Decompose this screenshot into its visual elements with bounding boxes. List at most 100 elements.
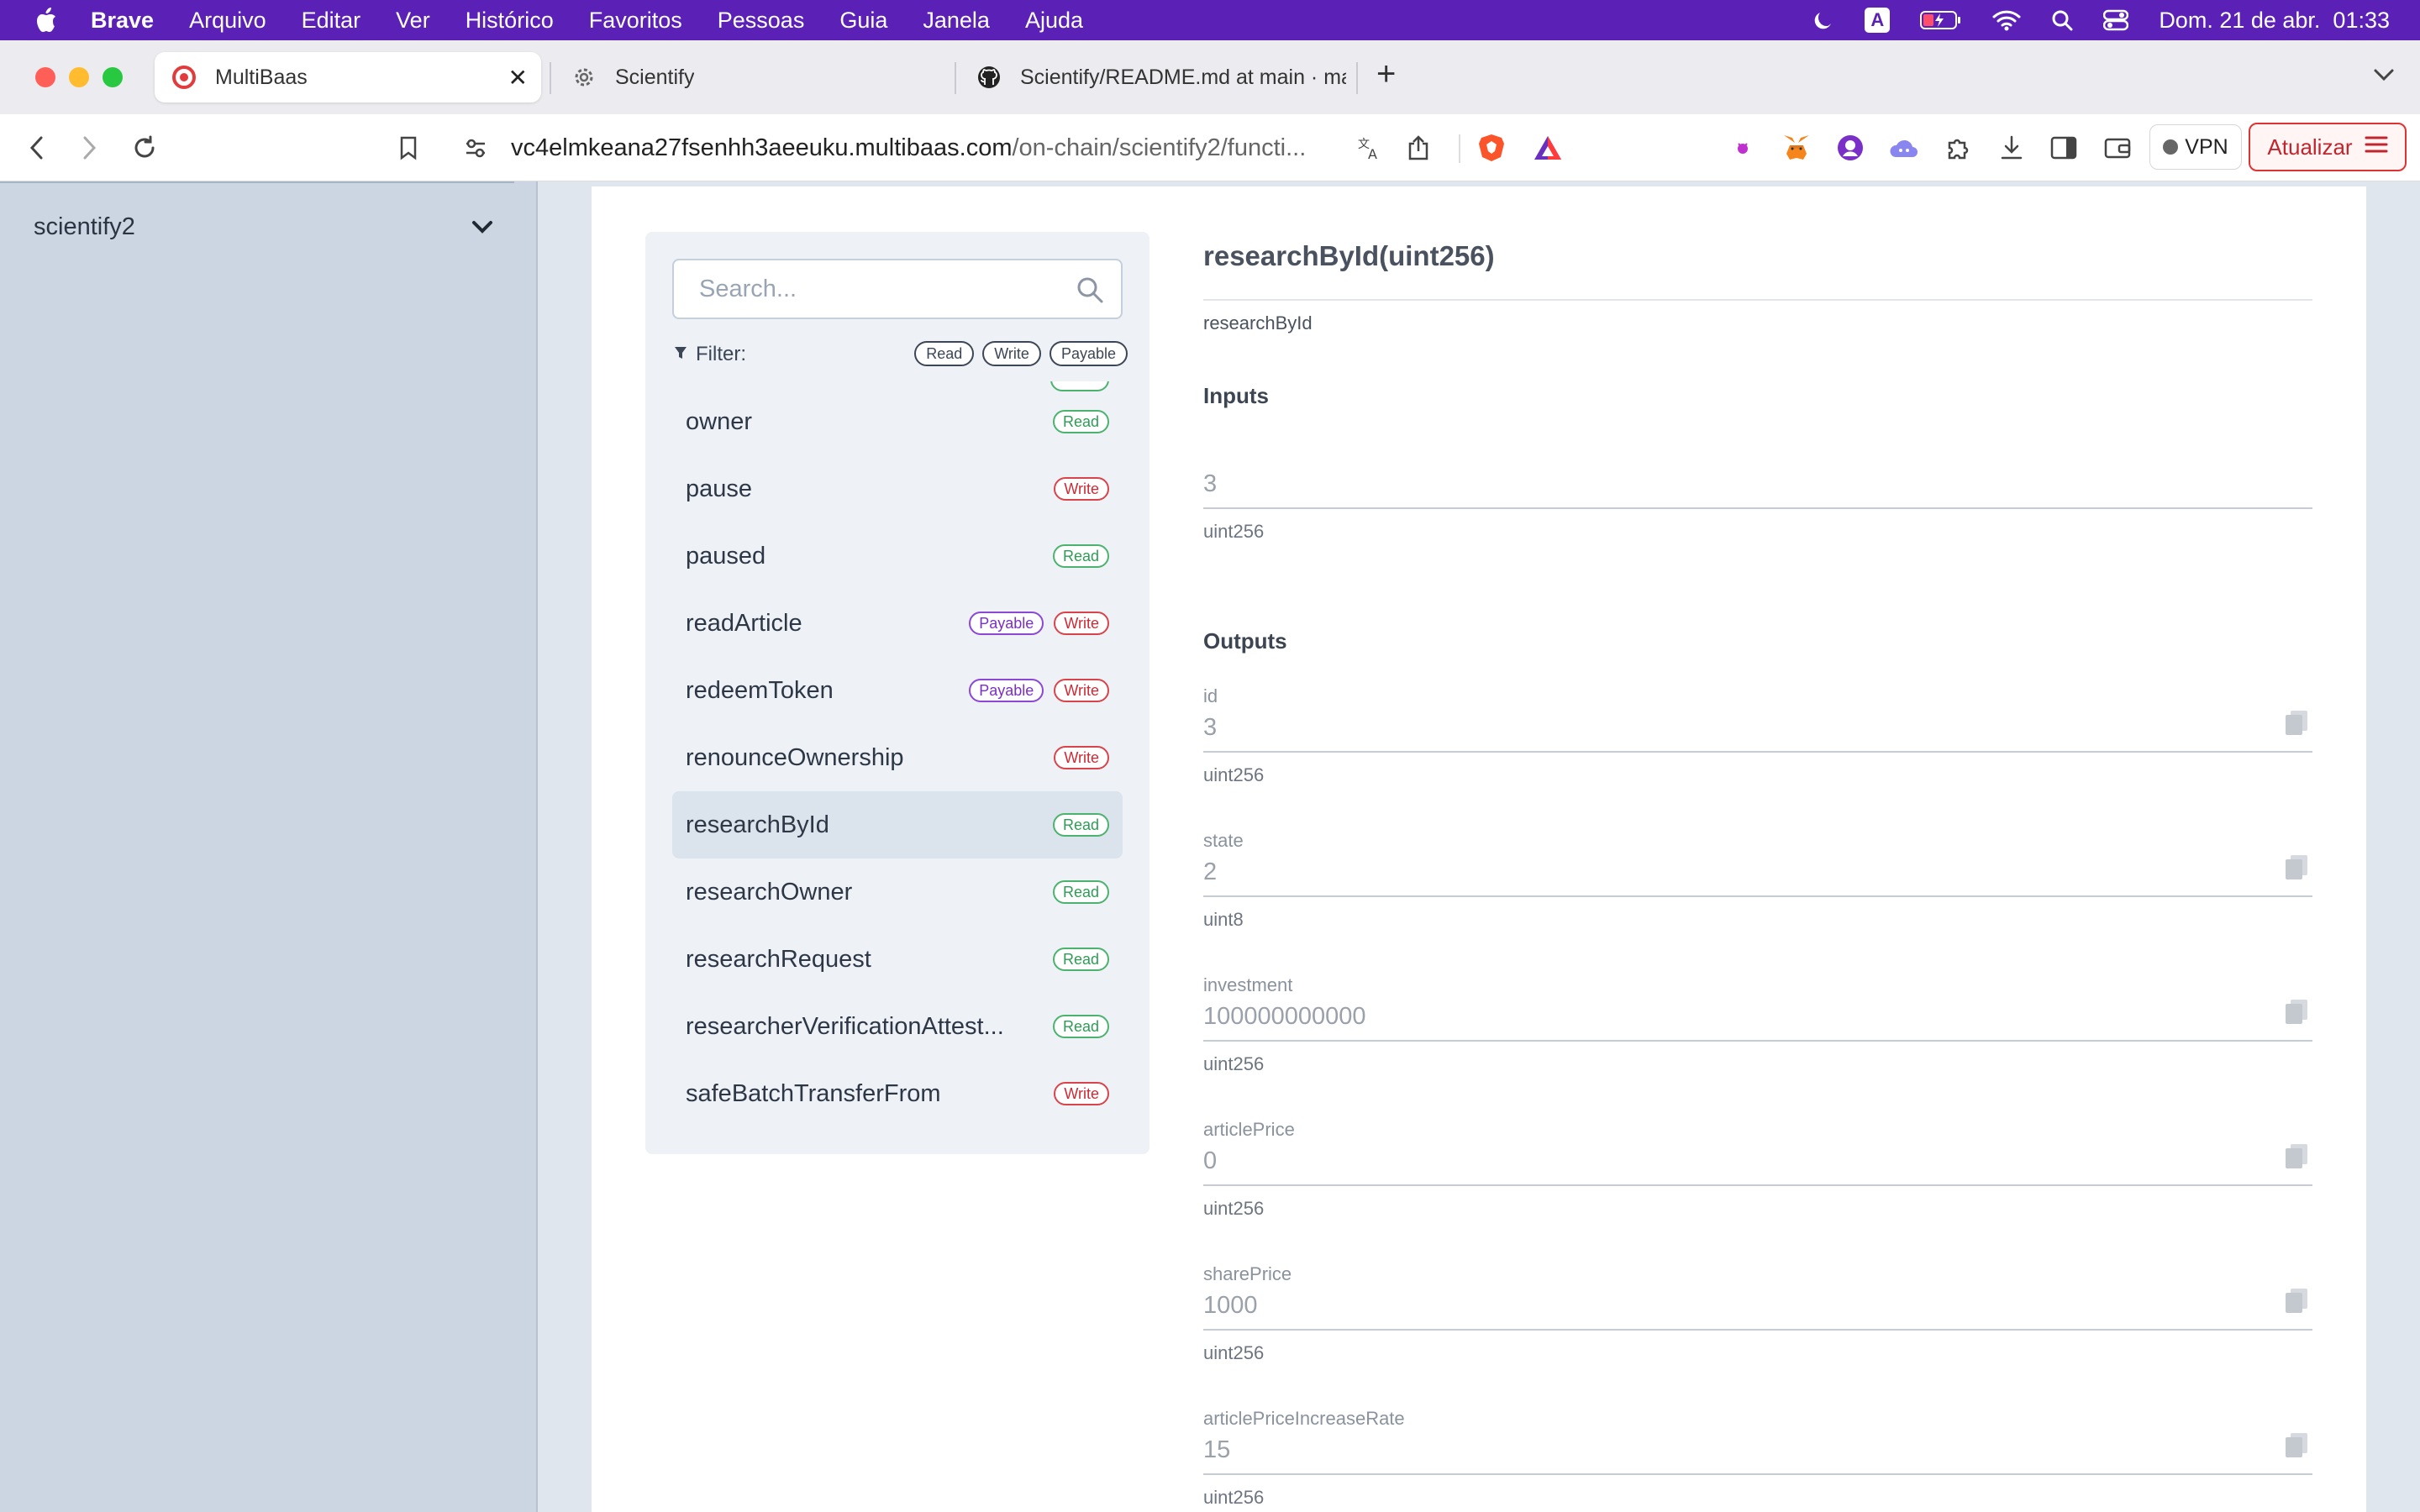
url-host: vc4elmkeana27fsenhh3aeeuku.multibaas.com [511,134,1013,161]
menu-item-pessoas[interactable]: Pessoas [718,8,805,34]
brave-rewards-icon[interactable] [1531,131,1565,165]
chevron-down-icon[interactable] [471,218,494,239]
output-label: sharePrice [1203,1263,1292,1284]
wallet-icon[interactable] [2101,131,2134,165]
spotlight-search-icon[interactable] [2051,8,2073,33]
copy-icon[interactable] [2284,1431,2309,1462]
function-item-safebatchtransferfrom[interactable]: safeBatchTransferFrom Write [672,1060,1123,1127]
output-label: articlePrice [1203,1119,1295,1140]
function-name: renounceOwnership [686,743,904,771]
extension-bug-icon[interactable] [1726,131,1760,165]
back-icon[interactable] [20,131,54,165]
close-window-button[interactable] [35,67,55,87]
copy-icon[interactable] [2284,1287,2309,1318]
menu-item-ajuda[interactable]: Ajuda [1025,8,1083,34]
badge-payable: Payable [969,612,1044,635]
menu-item-historico[interactable]: Histórico [466,8,554,34]
wifi-icon[interactable] [1992,8,2021,33]
tab-scientify[interactable]: Scientify [555,52,950,102]
extensions-puzzle-icon[interactable] [1941,131,1975,165]
wallet-extension-icon[interactable] [1833,131,1867,165]
copy-icon[interactable] [2284,709,2309,740]
keyboard-input-icon[interactable]: A [1865,8,1891,33]
output-type: uint8 [1203,909,1244,930]
function-name: researcherVerificationAttest... [686,1012,1004,1040]
filter-read-button[interactable]: Read [914,341,975,366]
function-item-researchbyid[interactable]: researchById Read [672,791,1123,858]
forward-icon[interactable] [72,131,106,165]
minimize-window-button[interactable] [69,67,89,87]
vpn-button[interactable]: VPN [2149,124,2242,170]
copy-icon[interactable] [2284,998,2309,1029]
reload-icon[interactable] [128,131,161,165]
function-item-renounceownership[interactable]: renounceOwnership Write [672,724,1123,791]
menu-item-arquivo[interactable]: Arquivo [189,8,266,34]
function-item-researchowner[interactable]: researchOwner Read [672,858,1123,926]
function-item-owner[interactable]: owner Read [672,388,1123,455]
function-item-readarticle[interactable]: readArticle Payable Write [672,590,1123,657]
cloud-extension-icon[interactable] [1887,131,1921,165]
url-text: vc4elmkeana27fsenhh3aeeuku.multibaas.com… [511,134,1306,162]
output-value: 3 [1203,714,1218,741]
output-value: 2 [1203,858,1218,885]
function-item-researchrequest[interactable]: researchRequest Read [672,926,1123,993]
function-name-subtitle: researchById [1203,312,1313,333]
badge-read: Read [1052,948,1109,971]
close-icon[interactable]: ✕ [508,64,528,92]
badge-read: Read [1052,813,1109,837]
inputs-heading: Inputs [1203,383,1269,408]
copy-icon[interactable] [2284,853,2309,885]
menu-item-janela[interactable]: Janela [923,8,990,34]
moon-icon[interactable] [1812,8,1834,33]
control-center-icon[interactable] [2103,8,2129,33]
copy-icon[interactable] [2284,1142,2309,1173]
apple-icon[interactable] [34,6,59,34]
address-bar[interactable]: vc4elmkeana27fsenhh3aeeuku.multibaas.com… [445,121,1580,175]
download-icon[interactable] [1995,131,2028,165]
output-type: uint256 [1203,1342,1265,1363]
translate-icon[interactable]: 文A [1353,131,1386,165]
output-label: id [1203,685,1218,706]
tab-title: Scientify [615,65,695,89]
site-settings-icon[interactable] [459,131,492,165]
menu-app-brave[interactable]: Brave [91,8,154,34]
maximize-window-button[interactable] [103,67,123,87]
badge-read: Read [1052,544,1109,568]
function-name: paused [686,542,766,570]
metamask-icon[interactable] [1780,131,1813,165]
macos-menu-bar: Brave Arquivo Editar Ver Histórico Favor… [0,0,2420,40]
badge-read: Read [1052,880,1109,904]
function-item-researcherverificationattest[interactable]: researcherVerificationAttest... Read [672,993,1123,1060]
url-path: /on-chain/scientify2/functi... [1012,134,1307,161]
filter-write-button[interactable]: Write [982,341,1041,366]
menubar-clock[interactable]: Dom. 21 de abr. 01:33 [2159,8,2390,33]
function-search-input[interactable] [674,260,1060,318]
menu-item-editar[interactable]: Editar [302,8,361,34]
search-icon[interactable] [1076,276,1104,308]
bookmark-icon[interactable] [392,131,425,165]
function-item-paused[interactable]: paused Read [672,522,1123,590]
menu-item-favoritos[interactable]: Favoritos [589,8,682,34]
battery-icon[interactable] [1920,8,1962,33]
chevron-down-icon[interactable] [2373,67,2395,87]
sidebar-toggle-icon[interactable] [2047,131,2081,165]
function-list: owner Read pause Write paused Read readA… [672,381,1123,1137]
menu-item-guia[interactable]: Guia [839,8,887,34]
filter-payable-button[interactable]: Payable [1049,341,1128,366]
share-icon[interactable] [1402,131,1435,165]
project-name[interactable]: scientify2 [34,213,135,241]
update-button[interactable]: Atualizar [2249,123,2407,171]
input-value[interactable]: 3 [1203,470,1217,498]
tab-multibaas[interactable]: MultiBaas ✕ [155,52,541,102]
function-item-redeemtoken[interactable]: redeemToken Payable Write [672,657,1123,724]
menu-item-ver[interactable]: Ver [396,8,430,34]
filter-label: Filter: [696,343,746,365]
function-item-pause[interactable]: pause Write [672,455,1123,522]
vpn-label: VPN [2185,134,2228,159]
output-value: 0 [1203,1147,1218,1174]
tab-github-readme[interactable]: Scientify/README.md at main · ma [960,52,1346,102]
new-tab-button[interactable]: + [1376,55,1396,93]
browser-tab-bar: MultiBaas ✕ Scientify Scientify/README.m… [0,40,2420,114]
brave-shields-icon[interactable] [1475,131,1508,165]
badge-payable: Payable [969,679,1044,702]
